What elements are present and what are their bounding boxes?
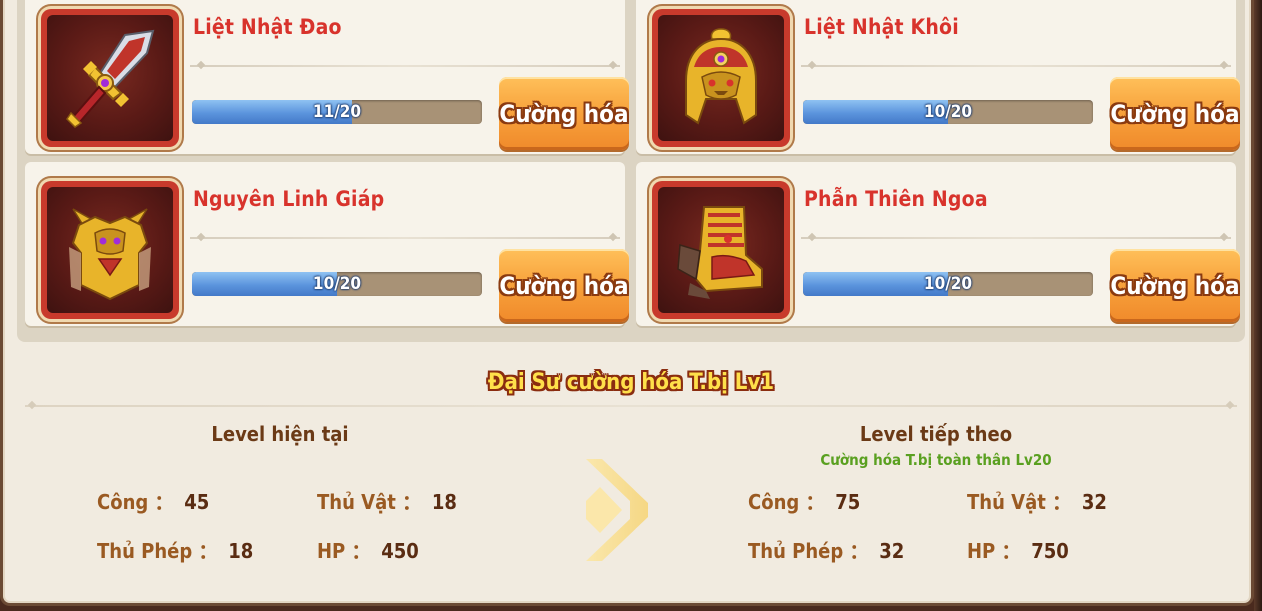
stat-separator: ： [154, 490, 175, 514]
equipment-icon-frame[interactable] [41, 181, 179, 319]
equipment-card-weapon: Liệt Nhật Đao 11/20 Cường hóa [25, 0, 629, 154]
stat-label: Công [97, 490, 149, 514]
enhance-button[interactable]: Cường hóa [499, 249, 629, 322]
enhance-button-label: Cường hóa [499, 99, 629, 128]
stat-value: 32 [1081, 490, 1107, 514]
enhance-button[interactable]: Cường hóa [1110, 249, 1240, 322]
stat-separator: ： [1001, 539, 1022, 563]
current-level-heading: Level hiện tại [211, 422, 349, 446]
stat-magdef-current: Thủ Phép： 18 [97, 535, 253, 564]
enhance-button[interactable]: Cường hóa [499, 77, 629, 150]
stat-value: 450 [381, 539, 419, 563]
stat-separator: ： [351, 539, 372, 563]
next-level-requirement: Cường hóa T.bị toàn thân Lv20 [820, 451, 1052, 469]
enhance-button-label: Cường hóa [499, 271, 629, 300]
stat-label: Thủ Vật [317, 490, 396, 514]
stat-label: Thủ Vật [967, 490, 1046, 514]
stat-label: HP [967, 539, 996, 563]
stat-separator: ： [849, 539, 870, 563]
stat-label: HP [317, 539, 346, 563]
stat-separator: ： [198, 539, 219, 563]
boots-icon [677, 206, 763, 299]
equipment-name: Phẫn Thiên Ngoa [804, 187, 988, 211]
next-level-heading: Level tiếp theo [859, 422, 1013, 446]
stat-physdef-current: Thủ Vật： 18 [317, 486, 457, 515]
enhance-button[interactable]: Cường hóa [1110, 77, 1240, 150]
progress-bar: 10/20 [803, 100, 1093, 124]
helmet-icon [685, 28, 757, 125]
stat-attack-next: Công： 75 [748, 486, 860, 515]
divider [190, 237, 620, 239]
equipment-card-boots: Phẫn Thiên Ngoa 10/20 Cường hóa [636, 162, 1240, 326]
enhance-button-label: Cường hóa [1110, 271, 1240, 300]
sword-icon [66, 29, 155, 128]
progress-text: 10/20 [312, 274, 362, 294]
armor-icon [69, 208, 151, 301]
equipment-name: Liệt Nhật Đao [193, 15, 342, 39]
stat-label: Thủ Phép [748, 539, 844, 563]
equipment-card-helmet: Liệt Nhật Khôi 10/20 Cường hóa [636, 0, 1240, 154]
double-chevron-right-icon [578, 455, 660, 565]
stat-value: 32 [879, 539, 905, 563]
stat-separator: ： [401, 490, 422, 514]
stat-hp-current: HP： 450 [317, 535, 419, 564]
window-frame-edge [1254, 0, 1262, 611]
stat-attack-current: Công： 45 [97, 486, 209, 515]
equipment-icon-frame[interactable] [41, 9, 179, 147]
stat-separator: ： [1051, 490, 1072, 514]
stat-physdef-next: Thủ Vật： 32 [967, 486, 1107, 515]
progress-bar: 11/20 [192, 100, 482, 124]
divider [801, 65, 1231, 67]
stat-magdef-next: Thủ Phép： 32 [748, 535, 904, 564]
master-title: Đại Sư cường hóa T.bị Lv1 [487, 370, 775, 395]
equipment-name: Nguyên Linh Giáp [193, 187, 385, 211]
progress-bar: 10/20 [803, 272, 1093, 296]
stat-separator: ： [805, 490, 826, 514]
progress-text: 10/20 [923, 102, 973, 122]
stat-hp-next: HP： 750 [967, 535, 1069, 564]
divider [801, 237, 1231, 239]
progress-text: 10/20 [923, 274, 973, 294]
equipment-icon-frame[interactable] [652, 181, 790, 319]
progress-bar: 10/20 [192, 272, 482, 296]
equipment-list: Liệt Nhật Đao 11/20 Cường hóa Liệt Nhật … [17, 0, 1245, 342]
progress-text: 11/20 [312, 102, 362, 122]
equipment-card-armor: Nguyên Linh Giáp 10/20 Cường hóa [25, 162, 629, 326]
section-divider [25, 405, 1237, 407]
stat-label: Công [748, 490, 800, 514]
stat-value: 45 [184, 490, 210, 514]
stat-value: 750 [1031, 539, 1069, 563]
stat-value: 18 [228, 539, 254, 563]
equipment-name: Liệt Nhật Khôi [804, 15, 959, 39]
stat-value: 18 [431, 490, 457, 514]
divider [190, 65, 620, 67]
enhance-button-label: Cường hóa [1110, 99, 1240, 128]
stat-label: Thủ Phép [97, 539, 193, 563]
stat-value: 75 [835, 490, 861, 514]
equipment-icon-frame[interactable] [652, 9, 790, 147]
